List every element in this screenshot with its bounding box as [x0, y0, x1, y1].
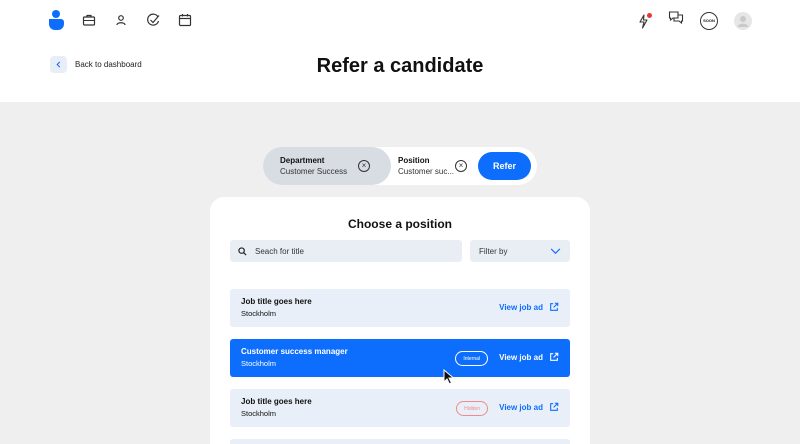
department-label: Department [280, 156, 325, 165]
position-label: Position [398, 156, 430, 165]
briefcase-icon[interactable] [82, 13, 96, 27]
job-row-selected[interactable]: Customer success manager Stockholm Inter… [230, 339, 570, 377]
clear-position-icon[interactable]: × [455, 160, 467, 172]
view-job-ad-link[interactable]: View job ad [499, 352, 559, 362]
view-job-ad-label: View job ad [499, 402, 543, 412]
external-link-icon [550, 302, 559, 311]
view-job-ad-label: View job ad [499, 302, 543, 312]
bolt-icon[interactable] [636, 12, 652, 30]
job-row[interactable]: Job title goes here Stockholm View job a… [230, 289, 570, 327]
logo-icon[interactable] [48, 10, 64, 30]
job-row[interactable]: Job title goes here Stockholm Hidden Vie… [230, 389, 570, 427]
internal-tag: Internal [455, 351, 488, 366]
view-job-ad-link[interactable]: View job ad [499, 402, 559, 412]
filter-label: Filter by [479, 246, 508, 256]
notification-dot [647, 12, 652, 18]
check-icon[interactable] [146, 13, 160, 27]
job-list: Job title goes here Stockholm View job a… [230, 289, 570, 444]
refer-selector: Department Customer Success × Position C… [263, 147, 537, 185]
external-link-icon [550, 352, 559, 361]
position-card: Choose a position Filter by Job title go… [210, 197, 590, 444]
refer-button[interactable]: Refer [478, 152, 531, 180]
job-title: Job title goes here [241, 297, 312, 306]
department-selector[interactable]: Department Customer Success × [263, 147, 391, 185]
chat-icon[interactable] [668, 10, 684, 31]
view-job-ad-link[interactable]: View job ad [499, 302, 559, 312]
calendar-icon[interactable] [178, 13, 192, 27]
mouse-cursor-icon [443, 369, 455, 385]
soon-badge[interactable]: SOON [700, 11, 718, 30]
top-bar: SOON Back to dashboard Refer a candidate [0, 0, 800, 102]
search-icon [238, 246, 247, 256]
external-link-icon [550, 402, 559, 411]
chevron-down-icon [550, 247, 561, 254]
view-job-ad-label: View job ad [499, 352, 543, 362]
card-title: Choose a position [347, 217, 452, 231]
page-title: Refer a candidate [316, 55, 484, 77]
clear-department-icon[interactable]: × [358, 160, 370, 172]
job-location: Stockholm [241, 409, 277, 418]
position-value: Customer suc... [398, 167, 455, 176]
person-icon[interactable] [114, 13, 128, 27]
job-location: Stockholm [241, 359, 277, 368]
department-value: Customer Success [280, 167, 348, 176]
nav-right: SOON [620, 10, 752, 31]
hidden-tag: Hidden [456, 401, 488, 416]
filter-dropdown[interactable]: Filter by [470, 240, 570, 262]
search-field[interactable] [230, 240, 462, 262]
job-location: Stockholm [241, 309, 277, 318]
job-title: Customer success manager [241, 347, 348, 356]
nav-left [48, 10, 192, 30]
search-input[interactable] [255, 246, 445, 256]
job-row[interactable] [230, 439, 570, 444]
user-avatar-icon[interactable] [734, 11, 752, 30]
job-title: Job title goes here [241, 397, 312, 406]
